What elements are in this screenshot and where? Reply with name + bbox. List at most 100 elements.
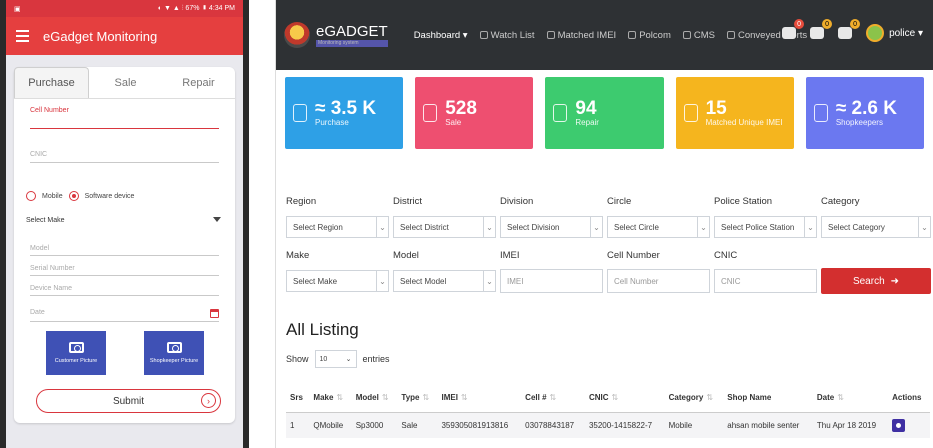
entry-form-card: Purchase Sale Repair Cell Number CNIC Mo… <box>14 67 235 423</box>
navbar-right: 0 0 0 police ▾ <box>782 19 923 42</box>
form-tabs: Purchase Sale Repair <box>14 67 235 99</box>
table-header-row: Srs Make ⇅ Model ⇅ Type ⇅ IMEI ⇅ Cell # ⇅ CNI… <box>286 384 930 413</box>
search-button[interactable]: Search ➜ <box>821 268 931 294</box>
column-header-shop-name[interactable]: Shop Name <box>723 384 813 413</box>
cnic-field[interactable]: CNIC <box>30 151 219 163</box>
stat-card-sale[interactable]: 528 Sale <box>415 77 534 149</box>
date-field[interactable]: Date <box>30 309 219 322</box>
table-row[interactable]: 1 QMobile Sp3000 Sale 359305081913816 03… <box>286 412 930 438</box>
listing-table: Srs Make ⇅ Model ⇅ Type ⇅ IMEI ⇅ Cell # ⇅ CNI… <box>286 384 930 438</box>
tab-repair[interactable]: Repair <box>162 67 235 98</box>
stat-card-shopkeepers[interactable]: ≈ 2.6 K Shopkeepers <box>805 77 925 149</box>
model-select[interactable]: Select Model ⌄ <box>393 270 496 292</box>
cell-model: Sp3000 <box>351 412 398 438</box>
column-header-cell[interactable]: Cell # ⇅ <box>521 384 585 413</box>
region-value: Select Region <box>293 222 343 232</box>
cell-number-input[interactable]: Cell Number <box>607 269 710 293</box>
column-label: Category <box>668 393 704 403</box>
cell-actions <box>888 412 930 438</box>
repair-icon <box>553 104 568 122</box>
category-value: Select Category <box>828 222 885 232</box>
make-select[interactable]: Select Make ⌄ <box>286 270 389 292</box>
cell-number-field[interactable]: Cell Number <box>30 107 219 129</box>
district-select[interactable]: Select District ⌄ <box>393 216 496 238</box>
stat-value: 94 <box>575 98 597 119</box>
eye-icon <box>479 30 488 39</box>
tab-purchase[interactable]: Purchase <box>14 67 89 98</box>
notification-badge: 0 <box>850 19 861 29</box>
cell-phone: 03078843187 <box>521 412 585 438</box>
customer-picture-button[interactable]: Customer Picture <box>46 331 106 375</box>
sort-icon: ⇅ <box>336 393 344 403</box>
cell-type: Sale <box>397 412 438 438</box>
shopkeeper-picture-button[interactable]: Shopkeeper Picture <box>144 331 204 375</box>
filter-panel: Region Select Region ⌄ District Select Di… <box>286 196 933 296</box>
model-field[interactable]: Model <box>30 245 219 256</box>
nav-dashboard[interactable]: Dashboard ▾ <box>414 30 468 41</box>
column-header-date[interactable]: Date ⇅ <box>812 384 889 413</box>
stat-card-purchase[interactable]: ≈ 3.5 K Purchase <box>285 77 404 149</box>
shield-notification-icon[interactable]: 0 <box>810 19 833 41</box>
logo-icon[interactable] <box>284 22 310 48</box>
submit-button[interactable]: Submit › <box>36 389 221 413</box>
nav-matched-imei[interactable]: Matched IMEI <box>546 30 616 41</box>
police-station-value: Select Police Station <box>721 222 795 232</box>
chevron-down-icon: ⌄ <box>483 271 495 291</box>
stat-card-repair[interactable]: 94 Repair <box>545 77 664 149</box>
calendar-icon[interactable] <box>210 309 219 318</box>
nav-watch-list[interactable]: Watch List <box>479 30 535 41</box>
column-header-model[interactable]: Model ⇅ <box>351 384 398 413</box>
serial-number-field[interactable]: Serial Number <box>30 265 219 276</box>
category-label: Category <box>821 196 860 207</box>
column-header-make[interactable]: Make ⇅ <box>309 384 352 413</box>
radio-software-device[interactable] <box>68 191 79 201</box>
nav-polcom[interactable]: Polcom <box>628 30 671 41</box>
circle-select[interactable]: Select Circle ⌄ <box>607 216 710 238</box>
category-select[interactable]: Select Category ⌄ <box>821 216 931 238</box>
region-select[interactable]: Select Region ⌄ <box>286 216 389 238</box>
radio-mobile[interactable] <box>26 191 36 201</box>
district-value: Select District <box>400 222 449 232</box>
select-make-dropdown[interactable]: Select Make <box>26 217 221 224</box>
column-header-imei[interactable]: IMEI ⇅ <box>437 384 522 413</box>
cell-category: Mobile <box>664 412 724 438</box>
entries-label: entries <box>362 354 390 364</box>
menu-icon[interactable] <box>16 30 29 42</box>
user-menu[interactable]: police ▾ <box>866 24 923 42</box>
date-placeholder: Date <box>30 309 45 316</box>
division-select[interactable]: Select Division ⌄ <box>500 216 603 238</box>
column-header-srs[interactable]: Srs <box>286 384 310 413</box>
chevron-right-icon: › <box>201 393 216 408</box>
column-header-type[interactable]: Type ⇅ <box>397 384 438 413</box>
phone-screen: ▣ ◐ ▼ ▲ ⫶ 67% ▮ 4:34 PM eGadget Monitori… <box>6 0 243 448</box>
app-title: eGadget Monitoring <box>43 28 158 44</box>
nav-cms[interactable]: CMS <box>682 30 715 41</box>
matched-imei-icon <box>683 104 698 122</box>
satellite-notification-icon[interactable]: 0 <box>782 19 805 41</box>
stat-card-matched-imei[interactable]: 15 Matched Unique IMEI <box>675 77 794 149</box>
police-station-select[interactable]: Select Police Station ⌄ <box>714 216 817 238</box>
status-left-icon: ▣ <box>14 5 21 13</box>
column-header-cnic[interactable]: CNIC ⇅ <box>584 384 665 413</box>
phone-icon <box>546 30 555 39</box>
imei-input[interactable]: IMEI <box>500 269 603 293</box>
cnic-label: CNIC <box>714 250 738 261</box>
radio-software-label: Software device <box>84 192 135 200</box>
tab-sale[interactable]: Sale <box>89 67 162 98</box>
device-name-field[interactable]: Device Name <box>30 285 219 296</box>
model-label: Model <box>393 250 419 261</box>
column-label: Model <box>355 393 379 403</box>
cell-cnic: 35200-1415822-7 <box>584 412 665 438</box>
column-label: CNIC <box>588 393 609 403</box>
phone-mockup: ▣ ◐ ▼ ▲ ⫶ 67% ▮ 4:34 PM eGadget Monitori… <box>0 0 249 448</box>
tools-notification-icon[interactable]: 0 <box>838 19 861 41</box>
cnic-input[interactable]: CNIC <box>714 269 817 293</box>
entries-select[interactable]: 10 ⌄ <box>314 350 357 368</box>
chevron-down-icon: ⌄ <box>804 217 816 237</box>
brand[interactable]: eGADGET Monitoring system <box>316 24 388 47</box>
column-header-category[interactable]: Category ⇅ <box>664 384 724 413</box>
stat-label: Purchase <box>315 118 349 127</box>
brand-subtitle: Monitoring system <box>316 39 388 47</box>
sort-icon: ⇅ <box>422 393 430 403</box>
view-icon[interactable] <box>892 418 906 432</box>
